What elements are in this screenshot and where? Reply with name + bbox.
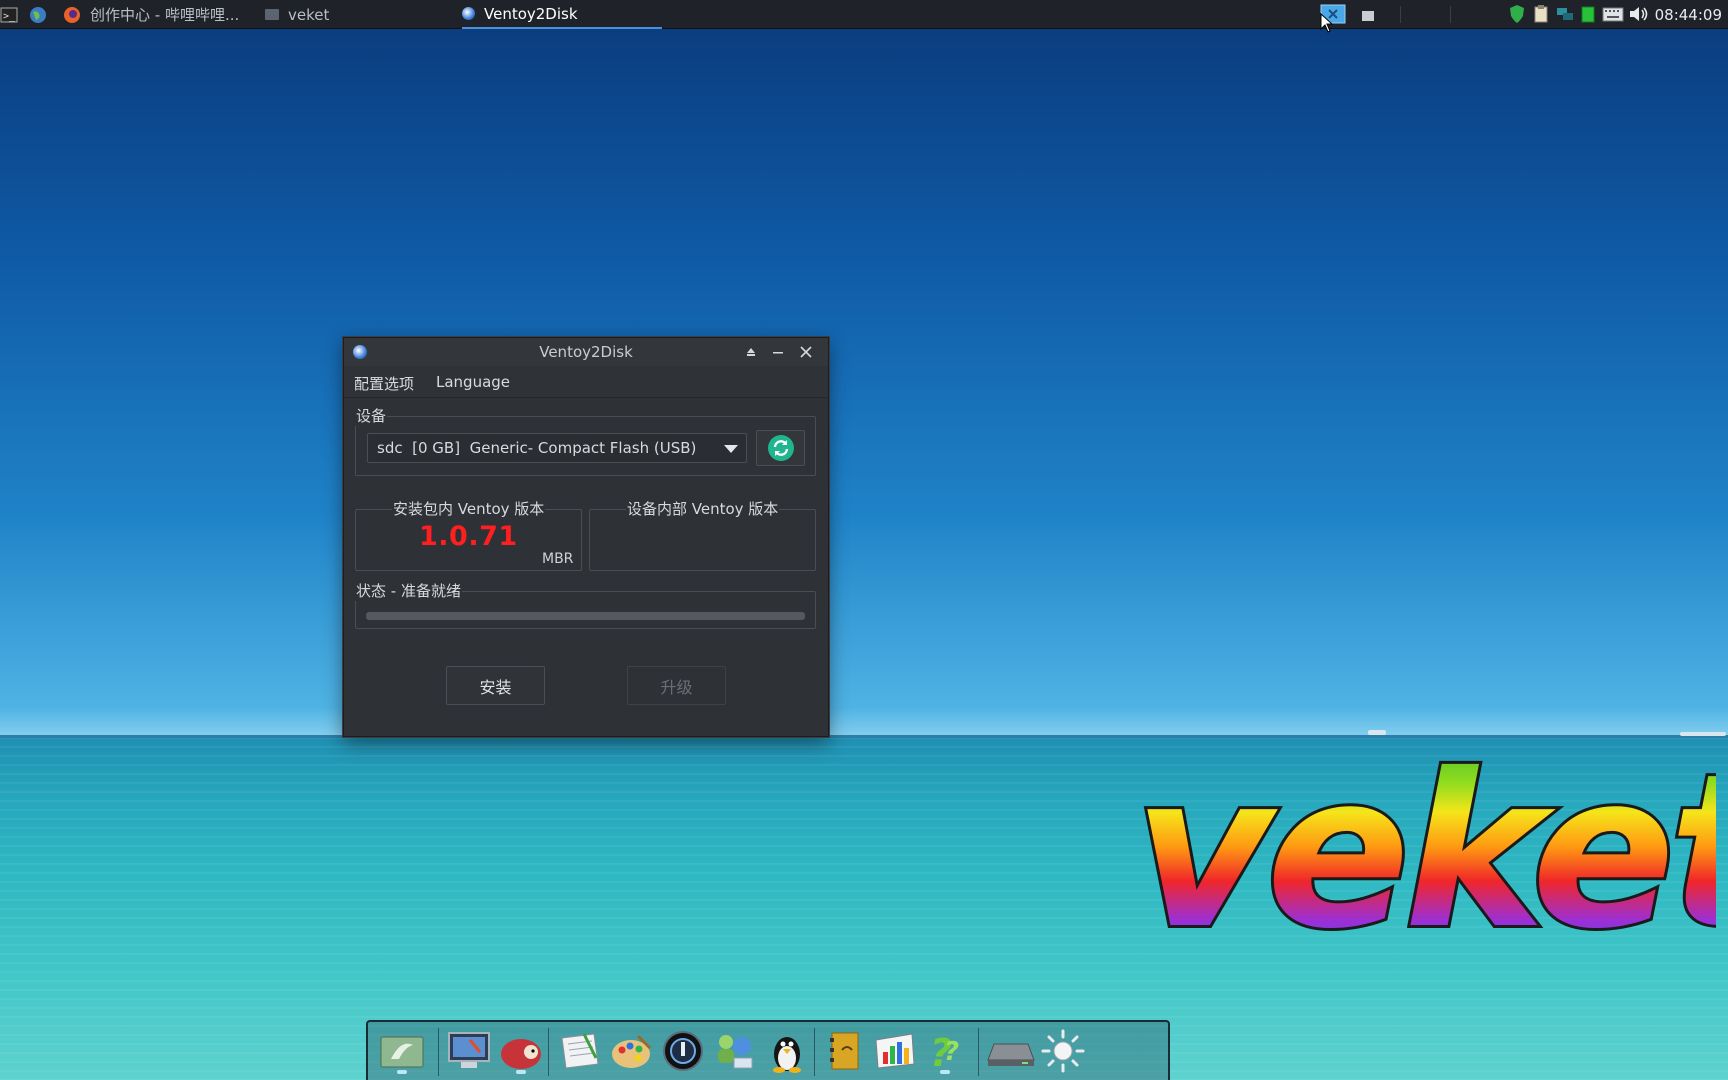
address-book-icon[interactable] [820, 1027, 870, 1075]
network-people-icon[interactable] [710, 1027, 760, 1075]
dock-separator [978, 1028, 979, 1076]
hedgehog-icon[interactable] [496, 1027, 546, 1075]
ventoy-app-icon [462, 7, 475, 20]
separator [1450, 6, 1451, 23]
install-button[interactable]: 安装 [446, 666, 545, 705]
keyboard-icon[interactable] [1602, 4, 1624, 24]
workspace-icon[interactable] [1361, 8, 1375, 28]
shield-icon[interactable] [1508, 4, 1526, 24]
partition-style-label[interactable]: MBR [542, 551, 573, 567]
svg-text:?: ? [944, 1037, 959, 1067]
brightness-sun-icon[interactable] [1038, 1027, 1088, 1075]
refresh-button[interactable] [756, 430, 805, 466]
paint-palette-icon[interactable] [606, 1027, 656, 1075]
running-indicator [940, 1070, 950, 1074]
veket-logo: veket [1131, 735, 1716, 935]
refresh-icon [767, 435, 794, 461]
task-ventoy2disk[interactable]: Ventoy2Disk [462, 0, 662, 29]
menubar: 配置选项 Language [344, 366, 828, 398]
media-player-icon[interactable] [658, 1027, 708, 1075]
battery-icon[interactable] [1580, 4, 1596, 24]
firefox-icon[interactable] [62, 0, 84, 29]
folder-icon [265, 9, 279, 20]
terminal-icon[interactable]: >_ [0, 0, 20, 29]
menu-options[interactable]: 配置选项 [354, 373, 414, 394]
globe-icon[interactable] [28, 0, 50, 29]
mouse-cursor-icon [1320, 13, 1334, 33]
network-icon[interactable] [1555, 4, 1575, 24]
bottom-dock: ?? [366, 1020, 1170, 1080]
device-select-value: sdc [0 GB] Generic- Compact Flash (USB) [377, 439, 697, 457]
separator [1400, 6, 1401, 23]
dock-separator [814, 1028, 815, 1076]
chevron-down-icon [724, 445, 738, 453]
top-taskbar: >_ 创作中心 - 哔哩哔哩... veket Ventoy2Disk 08:4… [0, 0, 1728, 29]
chart-icon[interactable] [870, 1027, 920, 1075]
menu-language[interactable]: Language [436, 373, 510, 391]
task-veket-folder[interactable]: veket [265, 0, 329, 29]
clipboard-icon[interactable] [1532, 4, 1550, 24]
task-label: veket [288, 5, 330, 24]
svg-text:>_: >_ [3, 11, 16, 22]
desktop-bird-icon[interactable] [377, 1027, 427, 1075]
package-version-label: 安装包内 Ventoy 版本 [392, 498, 546, 519]
task-label: 创作中心 - 哔哩哔哩... [90, 6, 240, 24]
minimize-button[interactable] [768, 342, 788, 362]
device-version-label: 设备内部 Ventoy 版本 [626, 498, 780, 519]
task-bilibili[interactable]: 创作中心 - 哔哩哔哩... [90, 0, 239, 29]
notepad-icon[interactable] [554, 1027, 604, 1075]
dock-separator [438, 1028, 439, 1076]
upgrade-button[interactable]: 升级 [627, 666, 726, 705]
status-label: 状态 - 准备就绪 [355, 580, 462, 601]
clock-text: 08:44:09 [1654, 5, 1722, 24]
task-label: Ventoy2Disk [484, 4, 578, 23]
eject-icon [747, 348, 755, 356]
svg-text:veket: veket [1134, 735, 1716, 935]
progress-bar [366, 612, 805, 620]
shade-button[interactable] [741, 342, 761, 362]
running-indicator [516, 1070, 526, 1074]
drive-icon[interactable] [986, 1027, 1036, 1075]
monitor-settings-icon[interactable] [444, 1027, 494, 1075]
penguin-icon[interactable] [762, 1027, 812, 1075]
device-select[interactable]: sdc [0 GB] Generic- Compact Flash (USB) [367, 433, 747, 463]
help-question-icon[interactable]: ?? [920, 1027, 970, 1075]
close-icon [800, 346, 812, 358]
close-button[interactable] [796, 342, 816, 362]
volume-icon[interactable] [1628, 4, 1650, 24]
clock[interactable]: 08:44:09 [1655, 0, 1722, 29]
window-titlebar[interactable]: Ventoy2Disk [344, 338, 828, 366]
running-indicator [397, 1070, 407, 1074]
wallpaper-sky [0, 0, 1728, 737]
minimize-icon [773, 352, 783, 354]
ventoy2disk-window: Ventoy2Disk 配置选项 Language 设备 sdc [0 GB] … [343, 337, 829, 737]
device-group-label: 设备 [355, 405, 388, 426]
dock-separator [548, 1028, 549, 1076]
package-version-value: 1.0.71 [419, 521, 518, 552]
